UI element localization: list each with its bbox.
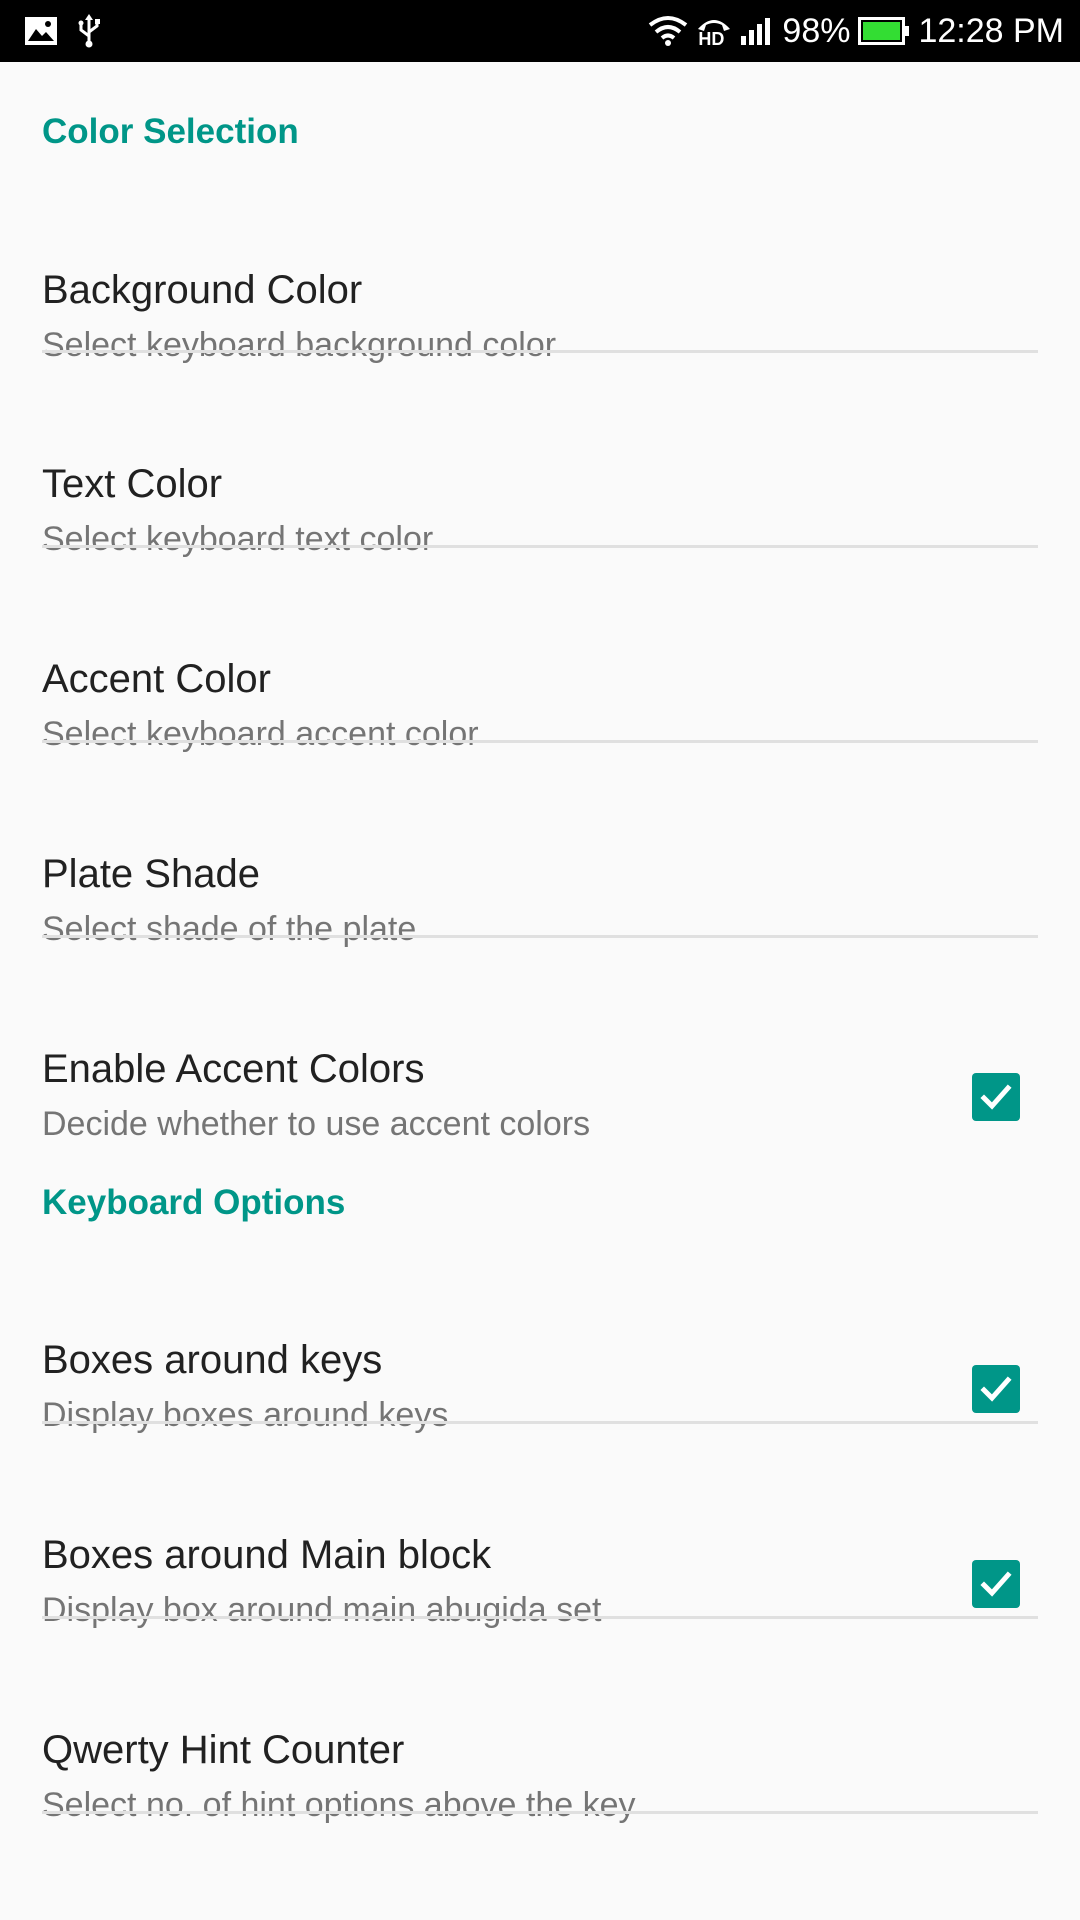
pref-background-color[interactable]: Background Color Select keyboard backgro… bbox=[0, 212, 1080, 406]
pref-accent-color[interactable]: Accent Color Select keyboard accent colo… bbox=[0, 601, 1080, 795]
divider bbox=[42, 545, 1038, 548]
signal-icon bbox=[740, 16, 774, 46]
battery-icon bbox=[858, 17, 910, 45]
pref-enable-accent-colors[interactable]: Enable Accent Colors Decide whether to u… bbox=[0, 991, 1080, 1185]
pref-qwerty-hint-counter[interactable]: Qwerty Hint Counter Select no. of hint o… bbox=[0, 1672, 1080, 1866]
status-bar-right: HD 98% 12:28 PM bbox=[648, 0, 1064, 62]
pref-title: Boxes around Main block bbox=[42, 1533, 492, 1577]
status-bar-left bbox=[24, 0, 102, 62]
pref-boxes-around-main-block[interactable]: Boxes around Main block Display box arou… bbox=[0, 1477, 1080, 1671]
usb-icon bbox=[76, 14, 102, 48]
hd-label: HD bbox=[698, 29, 725, 49]
pref-summary: Select keyboard background color bbox=[42, 326, 557, 364]
boxes-around-keys-checkbox[interactable] bbox=[972, 1365, 1020, 1413]
pref-summary: Select keyboard text color bbox=[42, 520, 434, 558]
battery-percent: 98% bbox=[782, 11, 851, 50]
pref-plate-shade[interactable]: Plate Shade Select shade of the plate bbox=[0, 796, 1080, 990]
pref-summary: Decide whether to use accent colors bbox=[42, 1105, 591, 1143]
enable-accent-colors-checkbox[interactable] bbox=[972, 1073, 1020, 1121]
pref-text-color[interactable]: Text Color Select keyboard text color bbox=[0, 406, 1080, 600]
checkmark-icon bbox=[980, 1376, 1012, 1402]
divider bbox=[42, 1616, 1038, 1619]
pref-summary: Select keyboard accent color bbox=[42, 715, 479, 753]
pref-boxes-around-keys[interactable]: Boxes around keys Display boxes around k… bbox=[0, 1282, 1080, 1476]
pref-title: Boxes around keys bbox=[42, 1338, 383, 1382]
checkmark-icon bbox=[980, 1571, 1012, 1597]
divider bbox=[42, 1811, 1038, 1814]
section-header-color-selection: Color Selection bbox=[42, 112, 299, 151]
checkmark-icon bbox=[980, 1084, 1012, 1110]
status-bar: HD 98% 12:28 PM bbox=[0, 0, 1080, 62]
pref-title: Enable Accent Colors bbox=[42, 1047, 425, 1091]
pref-title: Text Color bbox=[42, 462, 223, 506]
pref-title: Plate Shade bbox=[42, 852, 260, 896]
divider bbox=[42, 1421, 1038, 1424]
divider bbox=[42, 935, 1038, 938]
boxes-around-main-block-checkbox[interactable] bbox=[972, 1560, 1020, 1608]
image-icon bbox=[24, 16, 58, 46]
divider bbox=[42, 740, 1038, 743]
hd-call-icon: HD bbox=[696, 13, 732, 49]
section-header-keyboard-options: Keyboard Options bbox=[42, 1183, 346, 1222]
clock: 12:28 PM bbox=[918, 11, 1064, 50]
pref-summary: Select shade of the plate bbox=[42, 910, 417, 948]
pref-summary: Display box around main abugida set bbox=[42, 1591, 602, 1629]
pref-title: Accent Color bbox=[42, 657, 271, 701]
pref-title: Qwerty Hint Counter bbox=[42, 1728, 405, 1772]
pref-title: Background Color bbox=[42, 268, 363, 312]
wifi-icon bbox=[648, 15, 688, 47]
pref-summary: Select no. of hint options above the key bbox=[42, 1786, 636, 1824]
pref-summary: Display boxes around keys bbox=[42, 1396, 449, 1434]
divider bbox=[42, 350, 1038, 353]
